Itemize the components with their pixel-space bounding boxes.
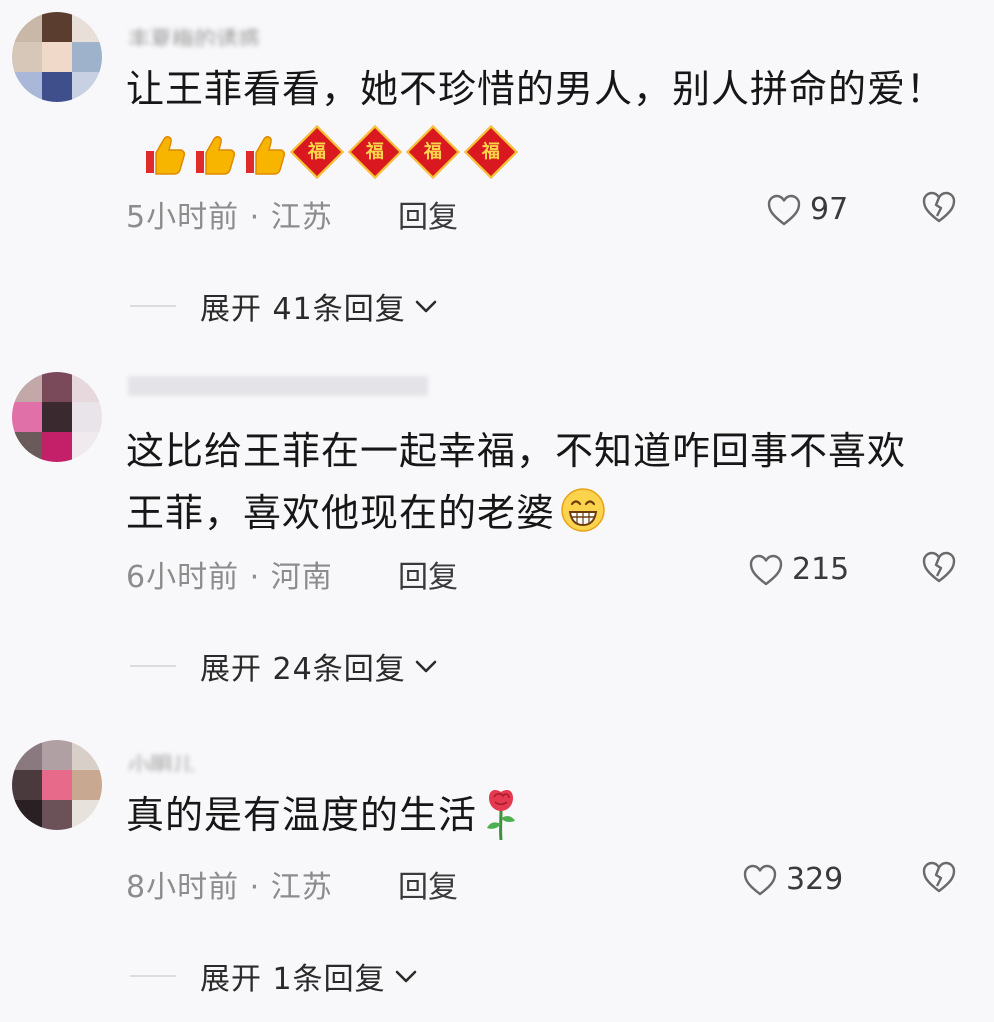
reply-button[interactable]: 回复 bbox=[398, 862, 458, 906]
like-count: 97 bbox=[810, 192, 849, 227]
time-location: 5小时前 · 江苏 bbox=[126, 200, 333, 235]
time-location: 8小时前 · 江苏 bbox=[126, 870, 333, 905]
divider-line bbox=[130, 975, 176, 977]
dislike-button[interactable] bbox=[921, 550, 957, 592]
comment-text: 让王菲看看，她不珍惜的男人，别人拼命的爱！ 福 福 福 福 bbox=[126, 58, 956, 182]
time-location: 6小时前 · 河南 bbox=[126, 560, 333, 595]
grin-emoji bbox=[561, 488, 605, 532]
reply-button[interactable]: 回复 bbox=[398, 192, 458, 236]
expand-replies-button[interactable]: 展开 24条回复 bbox=[130, 646, 440, 687]
comment-text: 真的是有温度的生活 bbox=[126, 784, 956, 846]
comment-meta: 6小时前 · 河南 回复 215 bbox=[126, 550, 966, 595]
avatar[interactable] bbox=[12, 740, 102, 830]
like-count: 215 bbox=[792, 552, 850, 587]
expand-replies-button[interactable]: 展开 1条回复 bbox=[130, 956, 420, 997]
emoji-group: 福 福 福 福 bbox=[140, 124, 518, 179]
chevron-down-icon bbox=[412, 292, 440, 320]
thumbs-up-emoji bbox=[196, 135, 236, 175]
expand-label: 展开 1条回复 bbox=[200, 962, 386, 997]
dislike-button[interactable] bbox=[921, 860, 957, 902]
heart-outline-icon bbox=[767, 194, 801, 225]
comment-text-body: 真的是有温度的生活 bbox=[126, 793, 478, 837]
heart-outline-icon bbox=[749, 554, 783, 585]
like-count: 329 bbox=[786, 862, 844, 897]
fu-emoji: 福 bbox=[406, 124, 460, 179]
avatar[interactable] bbox=[12, 372, 102, 462]
username[interactable]: 丰夏梅的诱惑 bbox=[128, 22, 298, 46]
comment-text: 这比给王菲在一起幸福，不知道咋回事不喜欢 王菲，喜欢他现在的老婆 bbox=[126, 420, 956, 544]
comment-meta: 8小时前 · 江苏 回复 329 bbox=[126, 860, 966, 905]
heart-outline-icon bbox=[743, 864, 777, 895]
comment-text-line-2: 王菲，喜欢他现在的老婆 bbox=[126, 491, 556, 535]
dislike-button[interactable] bbox=[921, 190, 957, 232]
rose-emoji bbox=[487, 790, 516, 841]
reply-button[interactable]: 回复 bbox=[398, 552, 458, 596]
chevron-down-icon bbox=[412, 652, 440, 680]
fu-emoji: 福 bbox=[464, 124, 518, 179]
fu-emoji: 福 bbox=[290, 124, 344, 179]
broken-heart-icon bbox=[922, 861, 956, 893]
username[interactable]: 小明儿 bbox=[128, 748, 228, 772]
expand-replies-button[interactable]: 展开 41条回复 bbox=[130, 286, 440, 327]
comment-text-line-1: 这比给王菲在一起幸福，不知道咋回事不喜欢 bbox=[126, 429, 907, 473]
like-button[interactable]: 215 bbox=[748, 552, 849, 587]
avatar[interactable] bbox=[12, 12, 102, 102]
thumbs-up-emoji bbox=[146, 135, 186, 175]
divider-line bbox=[130, 665, 176, 667]
chevron-down-icon bbox=[392, 962, 420, 990]
fu-emoji: 福 bbox=[348, 124, 402, 179]
comment-text-body: 让王菲看看，她不珍惜的男人，别人拼命的爱！ bbox=[126, 67, 946, 111]
like-button[interactable]: 329 bbox=[742, 862, 843, 897]
divider-line bbox=[130, 305, 176, 307]
expand-label: 展开 24条回复 bbox=[200, 652, 406, 687]
broken-heart-icon bbox=[922, 551, 956, 583]
like-button[interactable]: 97 bbox=[766, 192, 848, 227]
username[interactable] bbox=[128, 376, 428, 396]
broken-heart-icon bbox=[922, 191, 956, 223]
expand-label: 展开 41条回复 bbox=[200, 292, 406, 327]
thumbs-up-emoji bbox=[246, 135, 286, 175]
comment-meta: 5小时前 · 江苏 回复 97 bbox=[126, 190, 966, 235]
